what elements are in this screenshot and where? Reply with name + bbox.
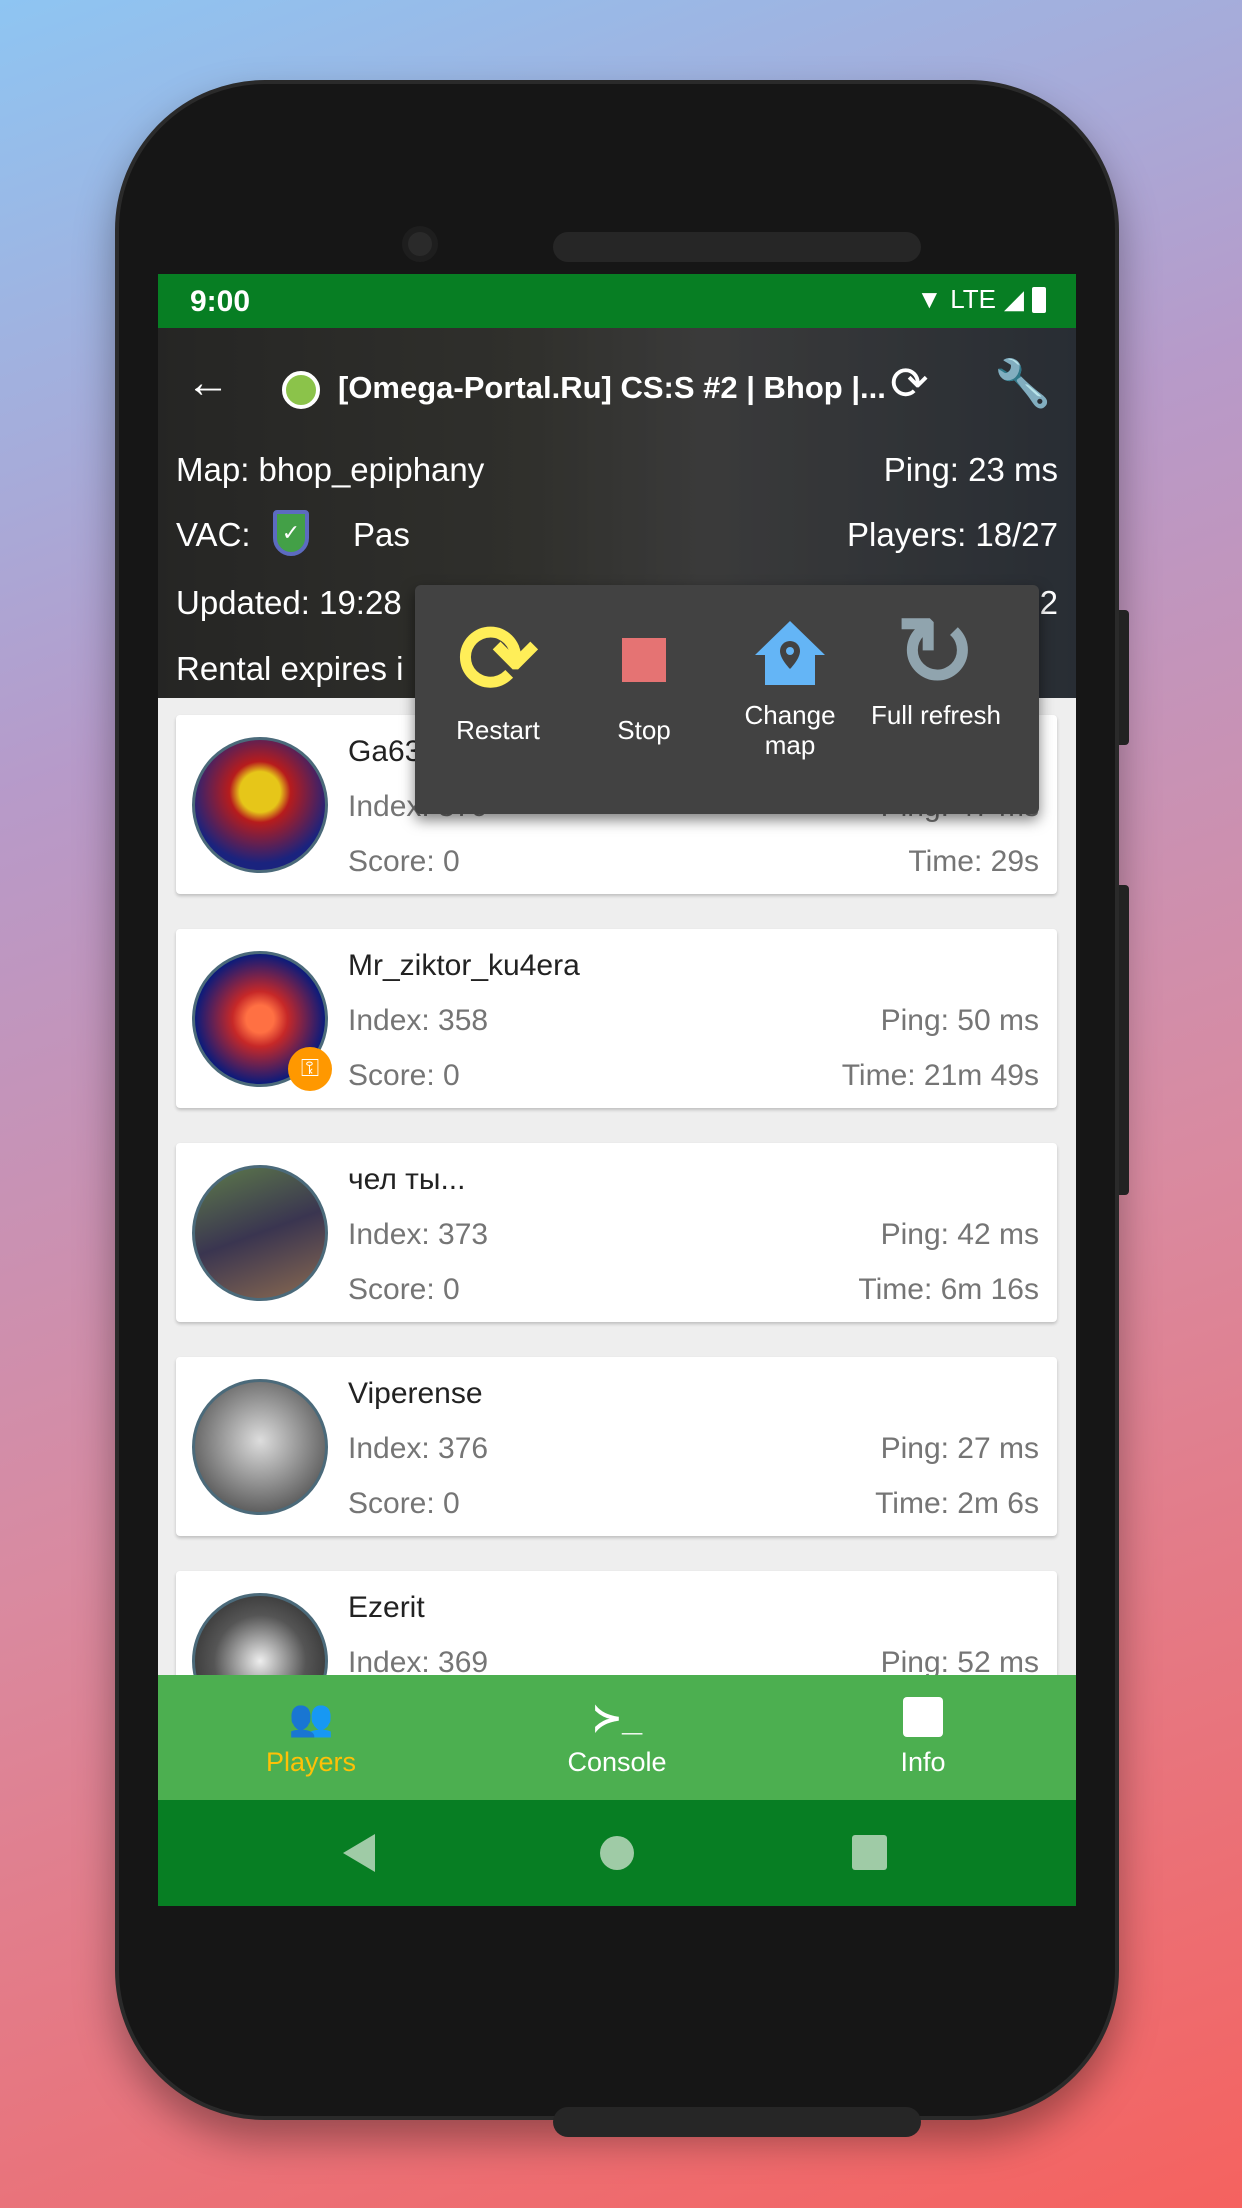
server-status-dot xyxy=(282,371,320,409)
system-home-icon[interactable] xyxy=(600,1836,634,1870)
stop-label: Stop xyxy=(617,715,671,745)
back-arrow-icon[interactable]: ← xyxy=(186,358,230,408)
player-avatar xyxy=(192,1379,328,1515)
player-name: Ezerit xyxy=(348,1591,425,1624)
stop-button[interactable]: Stop xyxy=(571,585,717,814)
player-score: Score: 0 xyxy=(348,1273,460,1306)
player-name: Viperense xyxy=(348,1377,483,1410)
speaker-bottom xyxy=(553,2107,921,2137)
wifi-icon: ▼ xyxy=(916,284,943,314)
header-right-3: 2 xyxy=(1039,584,1058,621)
player-time: Time: 6m 16s xyxy=(858,1273,1039,1306)
player-score: Score: 0 xyxy=(348,1059,460,1092)
tab-console[interactable]: ≻_ Console xyxy=(464,1675,770,1800)
player-card[interactable]: ⚿ Mr_ziktor_ku4era Index: 358 Ping: 50 m… xyxy=(176,929,1057,1108)
player-ping: Ping: 50 ms xyxy=(880,1004,1039,1037)
screen: 9:00 ▼ LTE ◢ ← [Omega-Portal.Ru] CS:S #2… xyxy=(158,274,1076,1906)
player-time: Time: 2m 6s xyxy=(875,1487,1039,1520)
refresh-icon[interactable]: ⟳ xyxy=(890,356,929,410)
full-refresh-button[interactable]: ↻ Full refresh xyxy=(863,585,1009,814)
tab-players[interactable]: 👥 Players xyxy=(158,1675,464,1800)
player-card[interactable]: чел ты... Index: 373 Ping: 42 ms Score: … xyxy=(176,1143,1057,1322)
tab-info-label: Info xyxy=(900,1747,946,1777)
restart-icon: ⟳ xyxy=(457,606,539,713)
front-camera xyxy=(402,226,438,262)
players-count: Players: 18/27 xyxy=(847,516,1058,553)
network-label: LTE xyxy=(950,284,996,314)
password-label: Pas xyxy=(353,516,410,553)
status-time: 9:00 xyxy=(190,285,251,318)
full-refresh-icon: ↻ xyxy=(895,598,977,706)
admin-key-icon: ⚿ xyxy=(288,1047,332,1091)
full-refresh-label: Full refresh xyxy=(870,700,1002,730)
status-bar: 9:00 ▼ LTE ◢ xyxy=(158,274,1076,328)
bottom-navigation: 👥 Players ≻_ Console Info xyxy=(158,1675,1076,1800)
updated-label: Updated: 19:28 xyxy=(176,584,402,621)
stop-icon xyxy=(622,638,666,682)
system-recents-icon[interactable] xyxy=(852,1835,887,1870)
ping-label: Ping: 23 ms xyxy=(883,451,1058,488)
tab-players-label: Players xyxy=(265,1747,357,1777)
server-header: ← [Omega-Portal.Ru] CS:S #2 | Bhop |... … xyxy=(158,328,1076,814)
speaker-top xyxy=(553,232,921,262)
change-map-label: Change map xyxy=(744,700,836,760)
console-icon: ≻_ xyxy=(591,1697,643,1738)
player-card[interactable]: Viperense Index: 376 Ping: 27 ms Score: … xyxy=(176,1357,1057,1536)
vac-label: VAC: xyxy=(176,516,251,553)
player-time: Time: 21m 49s xyxy=(841,1059,1039,1092)
restart-label: Restart xyxy=(456,715,540,745)
restart-button[interactable]: ⟳ Restart xyxy=(425,585,571,814)
battery-icon xyxy=(1032,286,1046,313)
change-map-button[interactable]: Change map xyxy=(717,585,863,814)
volume-button xyxy=(1119,885,1129,1195)
player-time: Time: 29s xyxy=(908,845,1039,878)
server-title: [Omega-Portal.Ru] CS:S #2 | Bhop |... xyxy=(338,370,886,405)
server-actions-popup: ⟳ Restart Stop Change map ↻ Full refresh xyxy=(415,585,1039,814)
player-score: Score: 0 xyxy=(348,1487,460,1520)
tab-console-label: Console xyxy=(567,1747,667,1777)
change-map-icon xyxy=(755,620,825,685)
signal-icon: ◢ xyxy=(1004,284,1024,314)
players-icon: 👥 xyxy=(288,1697,334,1738)
info-document-icon xyxy=(903,1697,943,1737)
player-index: Index: 373 xyxy=(348,1218,489,1251)
system-navigation-bar xyxy=(158,1800,1076,1906)
player-score: Score: 0 xyxy=(348,845,460,878)
player-index: Index: 376 xyxy=(348,1432,489,1465)
player-avatar xyxy=(192,737,328,873)
power-button xyxy=(1119,610,1129,745)
rental-label: Rental expires i xyxy=(176,650,404,687)
vac-shield-icon: ✓ xyxy=(273,510,309,556)
map-label: Map: bhop_epiphany xyxy=(176,451,485,488)
player-name: чел ты... xyxy=(348,1163,466,1196)
player-ping: Ping: 42 ms xyxy=(880,1218,1039,1251)
system-back-icon[interactable] xyxy=(343,1834,375,1872)
tab-info[interactable]: Info xyxy=(770,1675,1076,1800)
player-name: Mr_ziktor_ku4era xyxy=(348,949,580,982)
player-avatar xyxy=(192,1165,328,1301)
player-index: Index: 358 xyxy=(348,1004,489,1037)
wrench-icon[interactable]: 🔧 xyxy=(994,356,1051,411)
player-ping: Ping: 27 ms xyxy=(880,1432,1039,1465)
